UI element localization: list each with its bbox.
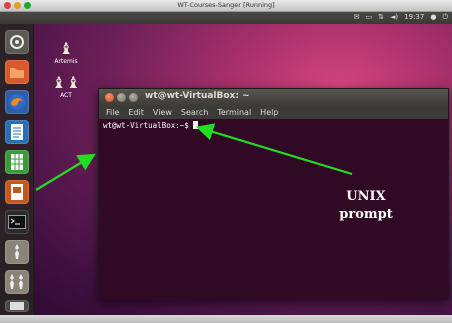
artemis-icon[interactable]: [5, 240, 29, 264]
writer-icon[interactable]: [5, 120, 29, 144]
terminal-title: wt@wt-VirtualBox: ~: [145, 91, 250, 101]
unity-launcher: [0, 24, 34, 315]
shell-prompt: wt@wt-VirtualBox:~$: [103, 121, 199, 130]
terminal-titlebar[interactable]: wt@wt-VirtualBox: ~: [99, 89, 448, 106]
close-button[interactable]: [105, 93, 114, 102]
host-status-bar: [0, 315, 452, 323]
menu-edit[interactable]: Edit: [128, 108, 144, 117]
calc-icon[interactable]: [5, 150, 29, 174]
home-folder-icon[interactable]: [5, 60, 29, 84]
callout-line-1: UNIX: [346, 189, 386, 204]
unix-prompt-callout: UNIX prompt: [324, 188, 408, 224]
arrow-to-terminal: [35, 153, 96, 191]
desktop-icon-label: Artemis: [54, 58, 78, 65]
chess-pair-icon: ♝♝: [51, 73, 81, 92]
menu-help[interactable]: Help: [260, 108, 278, 117]
maximize-button[interactable]: [129, 93, 138, 102]
guest-desktop: ✉ ▭ ⇅ ◄) 19:37 ● ⏻ ♝ Artemis ♝♝ ACT wt@w…: [0, 12, 452, 315]
system-tray: ✉ ▭ ⇅ ◄) 19:37 ● ⏻: [354, 13, 448, 22]
top-panel: ✉ ▭ ⇅ ◄) 19:37 ● ⏻: [0, 12, 452, 24]
callout-line-2: prompt: [339, 207, 393, 222]
firefox-icon[interactable]: [5, 90, 29, 114]
impress-icon[interactable]: [5, 180, 29, 204]
desktop-icon-artemis[interactable]: ♝ Artemis: [44, 39, 88, 66]
menu-terminal[interactable]: Terminal: [217, 108, 251, 117]
battery-icon[interactable]: ▭: [366, 13, 373, 22]
host-window-titlebar: WT-Courses-Sanger [Running]: [0, 0, 452, 12]
prompt-text: wt@wt-VirtualBox:~$: [103, 121, 194, 130]
host-window-title: WT-Courses-Sanger [Running]: [177, 1, 275, 9]
power-icon[interactable]: ⏻: [442, 13, 448, 22]
user-icon[interactable]: ●: [430, 13, 436, 22]
menu-file[interactable]: File: [106, 108, 119, 117]
terminal-icon[interactable]: [5, 210, 29, 234]
minimize-button[interactable]: [117, 93, 126, 102]
menu-view[interactable]: View: [153, 108, 172, 117]
clock[interactable]: 19:37: [404, 13, 424, 22]
chess-piece-icon: ♝: [58, 39, 74, 58]
ubuntu-dash-icon[interactable]: [5, 30, 29, 54]
act-icon[interactable]: [5, 270, 29, 294]
workspace-icon[interactable]: [5, 300, 29, 312]
text-cursor: [193, 121, 199, 129]
volume-icon[interactable]: ◄): [390, 13, 398, 22]
desktop-icon-act[interactable]: ♝♝ ACT: [44, 73, 88, 100]
menu-search[interactable]: Search: [181, 108, 208, 117]
mail-icon[interactable]: ✉: [354, 13, 360, 22]
desktop-icon-label: ACT: [60, 92, 72, 99]
network-icon[interactable]: ⇅: [378, 13, 384, 22]
terminal-menubar: File Edit View Search Terminal Help: [99, 106, 448, 119]
